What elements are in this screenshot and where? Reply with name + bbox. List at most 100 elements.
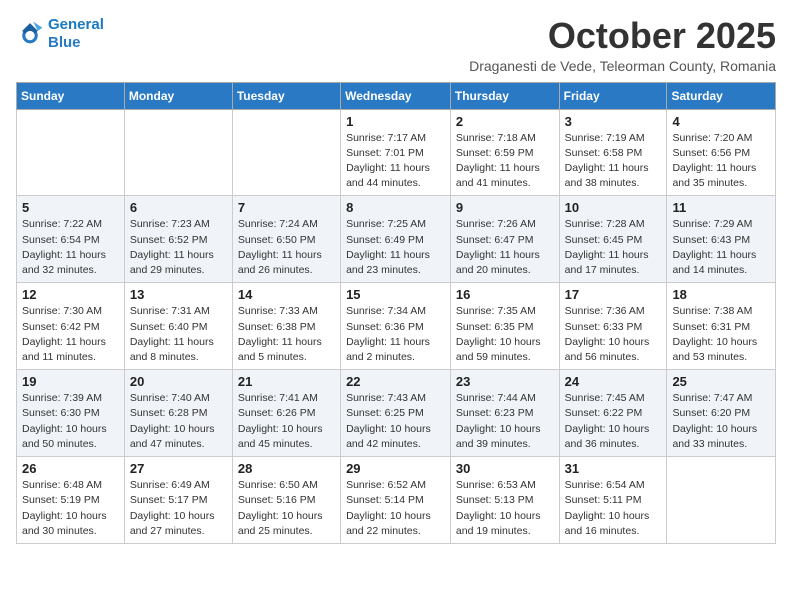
day-number: 22 bbox=[346, 374, 445, 389]
day-info: Sunrise: 6:53 AM Sunset: 5:13 PM Dayligh… bbox=[456, 478, 554, 539]
day-number: 3 bbox=[565, 114, 662, 129]
day-info: Sunrise: 7:41 AM Sunset: 6:26 PM Dayligh… bbox=[238, 391, 335, 452]
calendar-cell: 18 Sunrise: 7:38 AM Sunset: 6:31 PM Dayli… bbox=[667, 283, 776, 370]
calendar-cell: 6Sunrise: 7:23 AM Sunset: 6:52 PM Daylig… bbox=[124, 196, 232, 283]
day-info: Sunrise: 7:35 AM Sunset: 6:35 PM Dayligh… bbox=[456, 304, 554, 365]
day-number: 16 bbox=[456, 287, 554, 302]
calendar-cell bbox=[17, 109, 125, 196]
day-number: 29 bbox=[346, 461, 445, 476]
calendar-cell: 1 Sunrise: 7:17 AM Sunset: 7:01 PM Daylig… bbox=[341, 109, 451, 196]
col-header-monday: Monday bbox=[124, 82, 232, 109]
calendar-cell: 3 Sunrise: 7:19 AM Sunset: 6:58 PM Daylig… bbox=[559, 109, 667, 196]
calendar-cell: 28 Sunrise: 6:50 AM Sunset: 5:16 PM Dayli… bbox=[232, 457, 340, 544]
calendar-cell: 16 Sunrise: 7:35 AM Sunset: 6:35 PM Dayli… bbox=[450, 283, 559, 370]
day-number: 25 bbox=[672, 374, 770, 389]
day-number: 30 bbox=[456, 461, 554, 476]
calendar-header-row: SundayMondayTuesdayWednesdayThursdayFrid… bbox=[17, 82, 776, 109]
day-number: 23 bbox=[456, 374, 554, 389]
calendar-cell: 25 Sunrise: 7:47 AM Sunset: 6:20 PM Dayli… bbox=[667, 370, 776, 457]
calendar-cell: 24Sunrise: 7:45 AM Sunset: 6:22 PM Dayli… bbox=[559, 370, 667, 457]
day-number: 19 bbox=[22, 374, 119, 389]
day-info: Sunrise: 7:25 AM Sunset: 6:49 PM Dayligh… bbox=[346, 217, 445, 278]
day-info: Sunrise: 6:52 AM Sunset: 5:14 PM Dayligh… bbox=[346, 478, 445, 539]
calendar-cell: 15Sunrise: 7:34 AM Sunset: 6:36 PM Dayli… bbox=[341, 283, 451, 370]
day-number: 6 bbox=[130, 200, 227, 215]
day-number: 28 bbox=[238, 461, 335, 476]
day-info: Sunrise: 7:31 AM Sunset: 6:40 PM Dayligh… bbox=[130, 304, 227, 365]
col-header-wednesday: Wednesday bbox=[341, 82, 451, 109]
day-info: Sunrise: 6:49 AM Sunset: 5:17 PM Dayligh… bbox=[130, 478, 227, 539]
day-info: Sunrise: 7:28 AM Sunset: 6:45 PM Dayligh… bbox=[565, 217, 662, 278]
day-info: Sunrise: 7:26 AM Sunset: 6:47 PM Dayligh… bbox=[456, 217, 554, 278]
day-info: Sunrise: 7:20 AM Sunset: 6:56 PM Dayligh… bbox=[672, 131, 770, 192]
logo-text: General Blue bbox=[48, 16, 104, 52]
day-number: 9 bbox=[456, 200, 554, 215]
calendar-week-row: 12 Sunrise: 7:30 AM Sunset: 6:42 PM Dayli… bbox=[17, 283, 776, 370]
day-number: 12 bbox=[22, 287, 119, 302]
calendar-cell bbox=[124, 109, 232, 196]
calendar-cell bbox=[667, 457, 776, 544]
day-number: 5 bbox=[22, 200, 119, 215]
col-header-saturday: Saturday bbox=[667, 82, 776, 109]
calendar-cell: 30 Sunrise: 6:53 AM Sunset: 5:13 PM Dayli… bbox=[450, 457, 559, 544]
day-number: 15 bbox=[346, 287, 445, 302]
calendar-week-row: 26 Sunrise: 6:48 AM Sunset: 5:19 PM Dayli… bbox=[17, 457, 776, 544]
day-info: Sunrise: 7:18 AM Sunset: 6:59 PM Dayligh… bbox=[456, 131, 554, 192]
calendar-cell: 9 Sunrise: 7:26 AM Sunset: 6:47 PM Daylig… bbox=[450, 196, 559, 283]
calendar-week-row: 19 Sunrise: 7:39 AM Sunset: 6:30 PM Dayli… bbox=[17, 370, 776, 457]
day-info: Sunrise: 7:47 AM Sunset: 6:20 PM Dayligh… bbox=[672, 391, 770, 452]
col-header-tuesday: Tuesday bbox=[232, 82, 340, 109]
logo-line2: Blue bbox=[48, 34, 81, 51]
calendar-cell: 21Sunrise: 7:41 AM Sunset: 6:26 PM Dayli… bbox=[232, 370, 340, 457]
calendar-cell: 7Sunrise: 7:24 AM Sunset: 6:50 PM Daylig… bbox=[232, 196, 340, 283]
day-number: 1 bbox=[346, 114, 445, 129]
day-info: Sunrise: 7:30 AM Sunset: 6:42 PM Dayligh… bbox=[22, 304, 119, 365]
logo-icon bbox=[16, 20, 44, 48]
calendar-table: SundayMondayTuesdayWednesdayThursdayFrid… bbox=[16, 82, 776, 544]
day-number: 31 bbox=[565, 461, 662, 476]
day-number: 18 bbox=[672, 287, 770, 302]
day-info: Sunrise: 6:48 AM Sunset: 5:19 PM Dayligh… bbox=[22, 478, 119, 539]
logo: General Blue bbox=[16, 16, 104, 52]
day-info: Sunrise: 7:38 AM Sunset: 6:31 PM Dayligh… bbox=[672, 304, 770, 365]
day-info: Sunrise: 7:43 AM Sunset: 6:25 PM Dayligh… bbox=[346, 391, 445, 452]
calendar-cell: 19 Sunrise: 7:39 AM Sunset: 6:30 PM Dayli… bbox=[17, 370, 125, 457]
day-info: Sunrise: 7:44 AM Sunset: 6:23 PM Dayligh… bbox=[456, 391, 554, 452]
page-header: General Blue October 2025 Draganesti de … bbox=[16, 16, 776, 74]
logo-line1: General bbox=[48, 16, 104, 33]
calendar-cell: 22 Sunrise: 7:43 AM Sunset: 6:25 PM Dayli… bbox=[341, 370, 451, 457]
calendar-cell: 4 Sunrise: 7:20 AM Sunset: 6:56 PM Daylig… bbox=[667, 109, 776, 196]
day-number: 7 bbox=[238, 200, 335, 215]
day-info: Sunrise: 6:50 AM Sunset: 5:16 PM Dayligh… bbox=[238, 478, 335, 539]
day-info: Sunrise: 7:39 AM Sunset: 6:30 PM Dayligh… bbox=[22, 391, 119, 452]
calendar-cell bbox=[232, 109, 340, 196]
day-number: 13 bbox=[130, 287, 227, 302]
day-number: 11 bbox=[672, 200, 770, 215]
day-number: 8 bbox=[346, 200, 445, 215]
day-info: Sunrise: 7:45 AM Sunset: 6:22 PM Dayligh… bbox=[565, 391, 662, 452]
calendar-cell: 13 Sunrise: 7:31 AM Sunset: 6:40 PM Dayli… bbox=[124, 283, 232, 370]
day-number: 26 bbox=[22, 461, 119, 476]
col-header-thursday: Thursday bbox=[450, 82, 559, 109]
calendar-cell: 29 Sunrise: 6:52 AM Sunset: 5:14 PM Dayli… bbox=[341, 457, 451, 544]
title-block: October 2025 Draganesti de Vede, Teleorm… bbox=[469, 16, 776, 74]
col-header-friday: Friday bbox=[559, 82, 667, 109]
day-info: Sunrise: 6:54 AM Sunset: 5:11 PM Dayligh… bbox=[565, 478, 662, 539]
day-number: 27 bbox=[130, 461, 227, 476]
calendar-cell: 14 Sunrise: 7:33 AM Sunset: 6:38 PM Dayli… bbox=[232, 283, 340, 370]
calendar-cell: 23 Sunrise: 7:44 AM Sunset: 6:23 PM Dayli… bbox=[450, 370, 559, 457]
calendar-cell: 8 Sunrise: 7:25 AM Sunset: 6:49 PM Daylig… bbox=[341, 196, 451, 283]
day-number: 17 bbox=[565, 287, 662, 302]
calendar-cell: 20Sunrise: 7:40 AM Sunset: 6:28 PM Dayli… bbox=[124, 370, 232, 457]
day-number: 4 bbox=[672, 114, 770, 129]
day-number: 10 bbox=[565, 200, 662, 215]
day-info: Sunrise: 7:22 AM Sunset: 6:54 PM Dayligh… bbox=[22, 217, 119, 278]
calendar-cell: 12 Sunrise: 7:30 AM Sunset: 6:42 PM Dayli… bbox=[17, 283, 125, 370]
day-number: 2 bbox=[456, 114, 554, 129]
day-info: Sunrise: 7:19 AM Sunset: 6:58 PM Dayligh… bbox=[565, 131, 662, 192]
day-info: Sunrise: 7:17 AM Sunset: 7:01 PM Dayligh… bbox=[346, 131, 445, 192]
day-info: Sunrise: 7:33 AM Sunset: 6:38 PM Dayligh… bbox=[238, 304, 335, 365]
day-info: Sunrise: 7:40 AM Sunset: 6:28 PM Dayligh… bbox=[130, 391, 227, 452]
calendar-cell: 10 Sunrise: 7:28 AM Sunset: 6:45 PM Dayli… bbox=[559, 196, 667, 283]
day-number: 14 bbox=[238, 287, 335, 302]
